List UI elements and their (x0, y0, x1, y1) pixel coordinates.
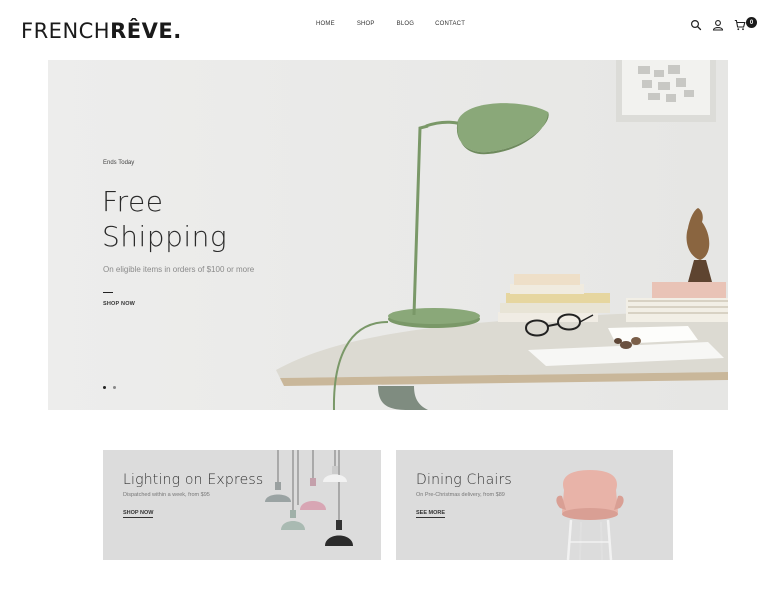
nav-shop[interactable]: SHOP (357, 21, 375, 27)
promo-chairs-title: Dining Chairs (416, 472, 512, 488)
slider-dot-1[interactable] (103, 386, 106, 389)
hero-shop-now-link[interactable]: SHOP NOW (103, 301, 135, 307)
hero-title-line1: Free (102, 185, 164, 218)
nav-contact[interactable]: CONTACT (435, 21, 465, 27)
nav-home[interactable]: HOME (316, 21, 335, 27)
hero-subtitle: On eligible items in orders of $100 or m… (103, 265, 255, 274)
site-header: FRENCHRÊVE. HOME SHOP BLOG CONTACT 0 (0, 0, 780, 60)
promo-lighting-subtitle: Dispatched within a week, from $95 (123, 492, 210, 498)
search-icon[interactable] (690, 18, 702, 31)
promo-chairs-see-more-link[interactable]: SEE MORE (416, 510, 446, 518)
promo-lighting-shop-now-link[interactable]: SHOP NOW (123, 510, 154, 518)
user-icon[interactable] (712, 18, 724, 31)
main-nav: HOME SHOP BLOG CONTACT (316, 21, 465, 27)
hero-title: Free Shipping (102, 184, 227, 254)
slider-dots (103, 386, 116, 389)
hero-divider (103, 292, 113, 293)
promo-card-lighting[interactable]: Lighting on Express Dispatched within a … (103, 450, 381, 560)
cart-icon (734, 18, 746, 31)
cart-button[interactable]: 0 (734, 17, 757, 31)
header-actions: 0 (690, 17, 757, 31)
cart-count-badge: 0 (746, 17, 757, 28)
hero-slider: Ends Today Free Shipping On eligible ite… (48, 60, 728, 410)
pink-chair-image (556, 470, 624, 560)
nav-blog[interactable]: BLOG (397, 21, 414, 27)
brand-name-bold: RÊVE (110, 19, 174, 43)
brand-name-light: FRENCH (21, 19, 111, 43)
promo-lighting-title: Lighting on Express (123, 472, 264, 488)
slider-dot-2[interactable] (113, 386, 116, 389)
hero-eyebrow: Ends Today (103, 160, 135, 166)
promo-chairs-subtitle: On Pre-Christmas delivery, from $89 (416, 492, 505, 498)
brand-dot: . (173, 19, 182, 43)
pendant-lamps-image (265, 450, 353, 546)
hero-title-line2: Shipping (102, 220, 228, 253)
promo-card-dining-chairs[interactable]: Dining Chairs On Pre-Christmas delivery,… (396, 450, 673, 560)
brand-logo[interactable]: FRENCHRÊVE. (21, 19, 182, 43)
